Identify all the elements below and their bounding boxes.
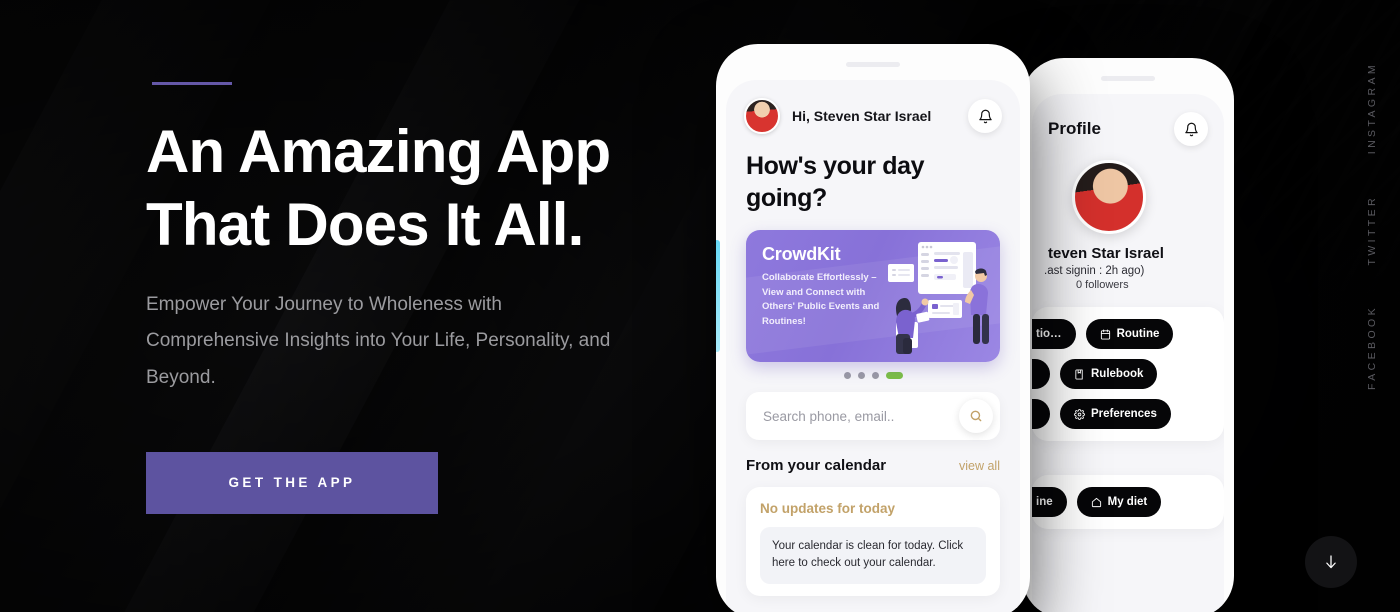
home-title: How's your day going? (746, 152, 925, 212)
social-links: FACEBOOK TWITTER INSTAGRAM (1366, 62, 1378, 390)
view-all-link[interactable]: view all (959, 459, 1000, 473)
pill-row: tio… Routine (1032, 319, 1224, 349)
greeting-text: Hi, Steven Star Israel (792, 108, 932, 124)
carousel-dot[interactable] (857, 372, 865, 379)
pill-button-clipped[interactable] (1032, 399, 1050, 429)
promo-banner-crowdkit[interactable]: CrowdKit Collaborate Effortlessly – View… (746, 230, 1000, 362)
calendar-card-title: No updates for today (760, 501, 896, 516)
arrow-down-icon (1326, 555, 1336, 569)
pill-label: Preferences (1091, 408, 1157, 420)
pill-button-my-diet[interactable]: My diet (1076, 487, 1162, 517)
gear-icon (1074, 408, 1085, 420)
calendar-section-title: From your calendar (746, 457, 887, 474)
phone-side-button (716, 240, 720, 352)
carousel-dot[interactable] (843, 372, 851, 379)
calendar-icon (1100, 328, 1110, 340)
profile-title: Profile (1048, 119, 1101, 138)
avatar[interactable] (744, 98, 780, 134)
profile-name: teven Star Israel (1048, 245, 1164, 262)
carousel-dot-active[interactable] (885, 372, 903, 379)
profile-avatar (1072, 160, 1146, 234)
bell-icon[interactable] (968, 99, 1002, 133)
carousel-dots[interactable] (726, 372, 1020, 379)
pill-button-routine[interactable]: Routine (1085, 319, 1174, 349)
profile-header: Profile (1032, 94, 1224, 146)
profile-followers: 0 followers (1076, 279, 1129, 291)
pill-row: ine My diet (1032, 487, 1224, 517)
scroll-down-button[interactable] (1305, 536, 1357, 588)
search-icon[interactable] (959, 399, 993, 433)
phone-mockup-home: Hi, Steven Star Israel How's your day go… (716, 44, 1030, 612)
pill-label: My diet (1107, 496, 1148, 508)
pill-button-rulebook[interactable]: Rulebook (1060, 359, 1158, 389)
calendar-section-header: From your calendar view all (746, 457, 1000, 474)
profile-actions-card-1: tio… Routine Rulebook Preferences (1032, 307, 1224, 441)
carousel-dot[interactable] (871, 372, 879, 379)
pill-button-clipped[interactable]: ine (1032, 487, 1067, 517)
phone-speaker (846, 62, 900, 67)
promo-illustration (888, 242, 989, 354)
search-input[interactable] (763, 408, 959, 424)
pill-label: Routine (1116, 328, 1160, 340)
profile-screen: Profile teven Star Israel .ast signin : … (1032, 94, 1224, 612)
pill-row: Preferences (1032, 399, 1224, 429)
search-bar[interactable] (746, 392, 1000, 440)
bell-icon[interactable] (1174, 112, 1208, 146)
home-icon (1091, 497, 1101, 507)
home-header: Hi, Steven Star Israel (726, 80, 1020, 134)
book-icon (1075, 368, 1083, 380)
pill-button-preferences[interactable]: Preferences (1060, 399, 1171, 429)
profile-actions-card-2: ine My diet (1032, 475, 1224, 529)
phone-mockups: Profile teven Star Israel .ast signin : … (0, 0, 1400, 612)
pill-label: Rulebook (1091, 368, 1144, 380)
calendar-card[interactable]: No updates for today Your calendar is cl… (746, 487, 1000, 596)
pill-button-clipped[interactable]: tio… (1032, 319, 1076, 349)
pill-row: Rulebook (1032, 359, 1224, 389)
phone-speaker (1101, 76, 1155, 81)
profile-last-signin: .ast signin : 2h ago) (1044, 265, 1145, 277)
phone-mockup-profile: Profile teven Star Israel .ast signin : … (1022, 58, 1234, 612)
social-link-instagram[interactable]: INSTAGRAM (1366, 62, 1378, 154)
social-link-facebook[interactable]: FACEBOOK (1366, 305, 1378, 390)
pill-button-clipped[interactable] (1032, 359, 1050, 389)
calendar-card-body: Your calendar is clean for today. Click … (760, 527, 986, 584)
home-screen: Hi, Steven Star Israel How's your day go… (726, 80, 1020, 612)
social-link-twitter[interactable]: TWITTER (1366, 195, 1378, 265)
